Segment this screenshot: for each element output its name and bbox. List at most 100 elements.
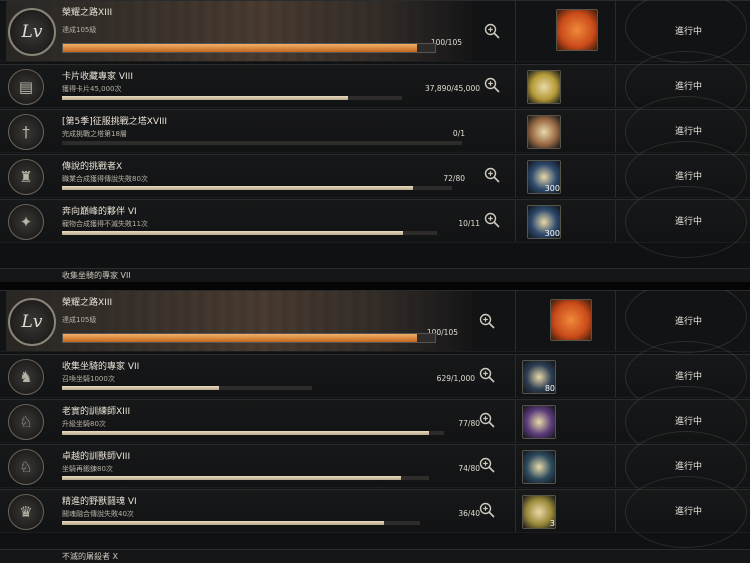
reward-count: 300 [544,229,560,238]
mount-icon: ♞ [8,359,44,395]
column-divider [515,1,516,61]
achievement-subtitle: 職業合成獲得傳說失敗80次 [62,175,148,183]
zoom-in-icon[interactable] [484,77,500,93]
status-label: 進行中 [675,27,703,37]
reward-count: 300 [544,184,560,193]
achievement-subtitle: 達成105級 [62,26,97,34]
helmet-icon-glyph: ♜ [19,168,33,186]
achievement-subtitle: 獲得卡片45,000次 [62,85,122,93]
achievement-row[interactable]: ♛ 精進的野獸鬪魂 VI 鬪魂融合傳說失敗40次 36/40 3 進行中 [0,476,750,548]
banner-row[interactable]: Lv 榮耀之路XIII 達成105級 100/105 進行中 [0,290,750,353]
companion-icon: ✦ [8,204,44,240]
reward-icon[interactable]: 80 [522,360,556,394]
column-divider [515,445,516,487]
zoom-in-icon[interactable] [479,412,495,428]
progress-bar [62,96,402,100]
achievement-row[interactable]: ♘ 老實的訓練師XIII 升級坐騎80次 77/80 進行中 [0,386,750,458]
progress-fill [62,186,413,190]
reward-icon[interactable] [522,405,556,439]
progress-fill [62,431,430,435]
achievement-subtitle: 升級坐騎80次 [62,420,106,428]
achievement-title: 老實的訓練師XIII [62,407,131,417]
achievement-row[interactable]: ♞ 收集坐騎的專家 VII 召喚坐騎1000次 629/1,000 80 進行中 [0,341,750,413]
reward-icon[interactable]: 300 [527,160,561,194]
column-divider [515,355,516,397]
achievement-title: 精進的野獸鬪魂 VI [62,497,137,507]
reward-icon[interactable]: 3 [522,495,556,529]
achievement-subtitle: 召喚坐騎1000次 [62,375,115,383]
status-label: 進行中 [675,372,703,382]
progress-count: 37,890/45,000 [424,84,480,93]
achievement-row[interactable]: ♜ 傳說的挑戰者X 職業合成獲得傳說失敗80次 72/80 300 進行中 [0,141,750,213]
achievement-title: 卓越的訓獸師VIII [62,452,131,462]
progress-bar [62,141,462,145]
level-badge-icon: Lv [8,8,56,56]
progress-count: 77/80 [458,419,480,428]
progress-count: 36/40 [458,509,480,518]
status-label: 進行中 [675,317,703,327]
partial-row[interactable]: 收集坐騎的專家 VII [0,268,750,282]
horse-icon-glyph: ♘ [19,413,33,431]
achievement-subtitle: 鬪魂融合傳說失敗40次 [62,510,134,518]
achievement-title: 不滅的屠殺者 X [62,552,119,561]
status-label: 進行中 [675,127,703,137]
achievement-title: 收集坐騎的專家 VII [62,271,131,280]
progress-fill [62,386,220,390]
progress-bar [62,386,312,390]
status-label: 進行中 [675,507,703,517]
progress-bar [62,333,436,343]
reward-icon[interactable] [522,450,556,484]
achievement-subtitle: 寵物合成獲得不滅失敗11次 [62,220,148,228]
horse-icon: ♘ [8,449,44,485]
reward-icon[interactable] [556,9,598,51]
progress-count: 629/1,000 [436,374,475,383]
status-label: 進行中 [675,172,703,182]
column-divider [615,355,616,397]
column-divider [615,65,616,107]
progress-count: 0/1 [452,129,465,138]
column-divider [515,110,516,152]
progress-fill [62,231,403,235]
status-label: 進行中 [675,417,703,427]
progress-fill [62,96,349,100]
horse-icon-glyph: ♘ [19,458,33,476]
achievement-row[interactable]: ✦ 奔向巔峰的夥伴 VI 寵物合成獲得不滅失敗11次 10/11 300 進行中 [0,186,750,258]
status-label: 進行中 [675,217,703,227]
card-icon-glyph: ▤ [18,78,34,96]
zoom-in-icon[interactable] [479,367,495,383]
column-divider [515,400,516,442]
zoom-in-icon[interactable] [484,212,500,228]
zoom-in-icon[interactable] [479,502,495,518]
banner-row[interactable]: Lv 榮耀之路XIII 達成105級 100/105 進行中 [0,0,750,63]
achievement-row[interactable]: † [第5季]征服挑戰之塔XVIII 完成挑戰之塔第18層 0/1 進行中 [0,96,750,168]
column-divider [615,1,616,61]
zoom-in-icon[interactable] [484,167,500,183]
achievement-row[interactable]: ▤ 卡片收藏專家 VIII 獲得卡片45,000次 37,890/45,000 進行中 [0,51,750,123]
panel-separator [0,282,750,290]
achievement-title: 收集坐騎的專家 VII [62,362,140,372]
helmet-icon: ♜ [8,159,44,195]
horse-icon: ♘ [8,404,44,440]
level-badge-icon: Lv [8,298,56,346]
zoom-in-icon[interactable] [479,313,495,329]
achievement-panel: Lv 榮耀之路XIII 達成105級 100/105 進行中 ▤ 卡片收藏專家 VIII 獲得… [0,0,750,282]
column-divider [615,155,616,197]
column-divider [615,400,616,442]
progress-fill [62,476,402,480]
zoom-in-icon[interactable] [484,23,500,39]
column-divider [515,155,516,197]
achievement-title: 卡片收藏專家 VIII [62,72,133,82]
column-divider [515,291,516,351]
zoom-in-icon[interactable] [479,457,495,473]
reward-icon[interactable] [527,70,561,104]
column-divider [515,200,516,242]
achievement-title: [第5季]征服挑戰之塔XVIII [62,117,168,127]
progress-bar [62,231,437,235]
reward-icon[interactable] [527,115,561,149]
reward-icon[interactable]: 300 [527,205,561,239]
partial-row[interactable]: 不滅的屠殺者 X [0,549,750,563]
achievement-row[interactable]: ♘ 卓越的訓獸師VIII 坐騎再鍛鍊80次 74/80 進行中 [0,431,750,503]
achievement-subtitle: 坐騎再鍛鍊80次 [62,465,113,473]
reward-icon[interactable] [550,299,592,341]
column-divider [615,490,616,532]
